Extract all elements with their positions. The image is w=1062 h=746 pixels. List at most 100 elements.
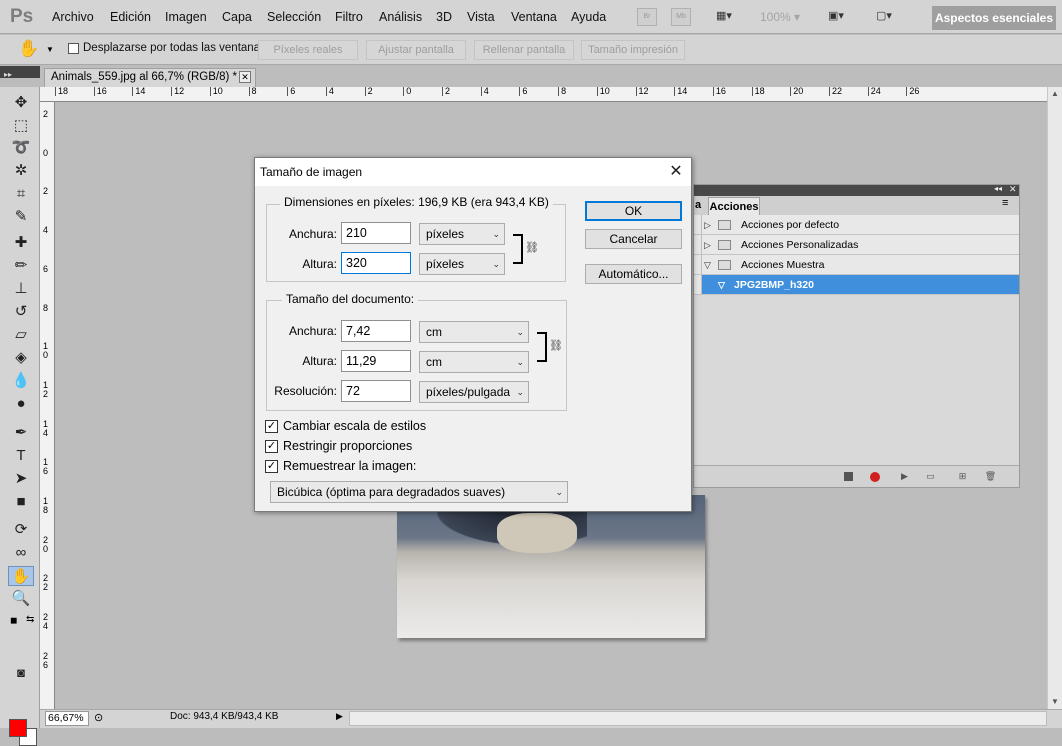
- scale-styles-checkbox[interactable]: ✓: [265, 420, 278, 433]
- vertical-scrollbar[interactable]: ▲ ▼: [1047, 87, 1062, 709]
- hand-tool-icon[interactable]: ✋: [8, 566, 34, 586]
- zoom-tool-icon[interactable]: 🔍: [8, 589, 34, 609]
- actions-panel-header[interactable]: ◂◂ ✕: [694, 184, 1019, 196]
- menu-capa[interactable]: Capa: [222, 10, 252, 24]
- paint-bucket-tool-icon[interactable]: ◈: [8, 348, 34, 368]
- toggle-checkbox[interactable]: [694, 235, 702, 254]
- close-icon[interactable]: ✕: [239, 71, 251, 83]
- dodge-tool-icon[interactable]: ●: [8, 394, 34, 414]
- foreground-color-swatch[interactable]: [9, 719, 27, 737]
- clone-stamp-tool-icon[interactable]: ⊥: [8, 279, 34, 299]
- menu-analisis[interactable]: Análisis: [379, 10, 422, 24]
- view-extras-icon[interactable]: ▦▾: [708, 8, 740, 26]
- doc-height-unit-select[interactable]: cm ⌄: [419, 351, 529, 373]
- document-image[interactable]: [397, 495, 705, 638]
- collapse-panel-icon[interactable]: ◂◂: [994, 184, 1002, 193]
- dialog-titlebar[interactable]: Tamaño de imagen ✕: [255, 158, 691, 186]
- panel-menu-icon[interactable]: ≡: [1002, 197, 1008, 209]
- marquee-tool-icon[interactable]: ⬚: [8, 116, 34, 136]
- fit-screen-button[interactable]: Ajustar pantalla: [366, 40, 466, 60]
- default-colors-icon[interactable]: ◼: [10, 615, 17, 626]
- new-action-icon[interactable]: ⊞: [956, 470, 969, 483]
- print-size-button[interactable]: Tamaño impresión: [581, 40, 685, 60]
- menu-ayuda[interactable]: Ayuda: [571, 10, 606, 24]
- 3d-orbit-tool-icon[interactable]: ∞: [8, 543, 34, 563]
- 3d-rotate-tool-icon[interactable]: ⟳: [8, 520, 34, 540]
- menu-3d[interactable]: 3D: [436, 10, 452, 24]
- scroll-down-icon[interactable]: ▼: [1051, 697, 1059, 706]
- doc-width-unit-select[interactable]: cm ⌄: [419, 321, 529, 343]
- fill-screen-button[interactable]: Rellenar pantalla: [474, 40, 574, 60]
- ok-button[interactable]: OK: [585, 201, 682, 221]
- expand-triangle-icon[interactable]: ▷: [704, 215, 711, 235]
- path-selection-tool-icon[interactable]: ➤: [8, 469, 34, 489]
- status-info-icon[interactable]: ⊙: [94, 711, 103, 724]
- healing-brush-tool-icon[interactable]: ✚: [8, 233, 34, 253]
- toggle-checkbox[interactable]: [694, 255, 702, 274]
- trash-icon[interactable]: 🗑: [984, 470, 997, 483]
- panel-collapse-strip[interactable]: ▸▸: [0, 66, 40, 79]
- collapse-triangle-icon[interactable]: ▽: [704, 255, 711, 275]
- bridge-icon[interactable]: Br: [637, 8, 657, 26]
- menu-filtro[interactable]: Filtro: [335, 10, 363, 24]
- type-tool-icon[interactable]: T: [8, 446, 34, 466]
- chevron-down-icon[interactable]: ▼: [46, 45, 54, 54]
- menu-seleccion[interactable]: Selección: [267, 10, 321, 24]
- close-icon[interactable]: ✕: [663, 161, 689, 183]
- auto-button[interactable]: Automático...: [585, 264, 682, 284]
- quick-selection-tool-icon[interactable]: ✲: [8, 161, 34, 181]
- pixel-width-input[interactable]: 210: [341, 222, 411, 244]
- cancel-button[interactable]: Cancelar: [585, 229, 682, 249]
- horizontal-scrollbar[interactable]: [349, 711, 1047, 726]
- history-brush-tool-icon[interactable]: ↺: [8, 302, 34, 322]
- play-icon[interactable]: ▶: [898, 470, 911, 483]
- resample-checkbox[interactable]: ✓: [265, 460, 278, 473]
- action-set-row[interactable]: ▽ Acciones Muestra: [694, 255, 1019, 275]
- resolution-input[interactable]: 72: [341, 380, 411, 402]
- constrain-proportions-checkbox[interactable]: ✓: [265, 440, 278, 453]
- tab-acciones[interactable]: Acciones: [708, 197, 760, 216]
- expand-triangle-icon[interactable]: ▷: [704, 235, 711, 255]
- zoom-level-dropdown[interactable]: 100% ▾: [760, 10, 800, 24]
- swap-colors-icon[interactable]: ⇆: [26, 614, 34, 625]
- menu-vista[interactable]: Vista: [467, 10, 495, 24]
- crop-tool-icon[interactable]: ⌗: [8, 184, 34, 204]
- menu-archivo[interactable]: Archivo: [52, 10, 94, 24]
- menu-ventana[interactable]: Ventana: [511, 10, 557, 24]
- scroll-up-icon[interactable]: ▲: [1051, 89, 1059, 98]
- record-icon[interactable]: [870, 472, 880, 482]
- zoom-field[interactable]: 66,67%: [45, 711, 89, 726]
- action-row-selected[interactable]: ▽ JPG2BMP_h320: [694, 275, 1019, 295]
- stop-icon[interactable]: [844, 472, 853, 481]
- document-tab[interactable]: Animals_559.jpg al 66,7% (RGB/8) *: [44, 68, 256, 87]
- expand-triangle-icon[interactable]: ▽: [718, 275, 725, 295]
- action-set-row[interactable]: ▷ Acciones por defecto: [694, 215, 1019, 235]
- resample-method-select[interactable]: Bicúbica (óptima para degradados suaves)…: [270, 481, 568, 503]
- eraser-tool-icon[interactable]: ▱: [8, 325, 34, 345]
- shape-tool-icon[interactable]: ■: [8, 492, 34, 512]
- hand-tool-preset-icon[interactable]: ✋: [18, 39, 39, 59]
- screen-mode-icon[interactable]: ▢▾: [868, 8, 900, 26]
- pixel-width-unit-select[interactable]: píxeles ⌄: [419, 223, 505, 245]
- lasso-tool-icon[interactable]: ➰: [8, 138, 34, 158]
- pixel-height-input[interactable]: 320: [341, 252, 411, 274]
- toggle-checkbox[interactable]: [694, 215, 702, 234]
- new-set-icon[interactable]: ▭: [924, 470, 937, 483]
- doc-height-input[interactable]: 11,29: [341, 350, 411, 372]
- tab-hidden[interactable]: a: [695, 199, 701, 211]
- quick-mask-icon[interactable]: ◙: [8, 663, 34, 683]
- actual-pixels-button[interactable]: Píxeles reales: [258, 40, 358, 60]
- menu-imagen[interactable]: Imagen: [165, 10, 207, 24]
- brush-tool-icon[interactable]: ✏: [8, 256, 34, 276]
- resolution-unit-select[interactable]: píxeles/pulgada ⌄: [419, 381, 529, 403]
- mini-bridge-icon[interactable]: Mb: [671, 8, 691, 26]
- pen-tool-icon[interactable]: ✒: [8, 423, 34, 443]
- pixel-height-unit-select[interactable]: píxeles ⌄: [419, 253, 505, 275]
- move-tool-icon[interactable]: ✥: [8, 93, 34, 113]
- arrange-documents-icon[interactable]: ▣▾: [820, 8, 852, 26]
- doc-width-input[interactable]: 7,42: [341, 320, 411, 342]
- close-panel-icon[interactable]: ✕: [1009, 184, 1017, 195]
- toggle-checkbox[interactable]: [694, 275, 702, 294]
- eyedropper-tool-icon[interactable]: ✎: [8, 207, 34, 227]
- workspace-button[interactable]: Aspectos esenciales: [932, 6, 1056, 30]
